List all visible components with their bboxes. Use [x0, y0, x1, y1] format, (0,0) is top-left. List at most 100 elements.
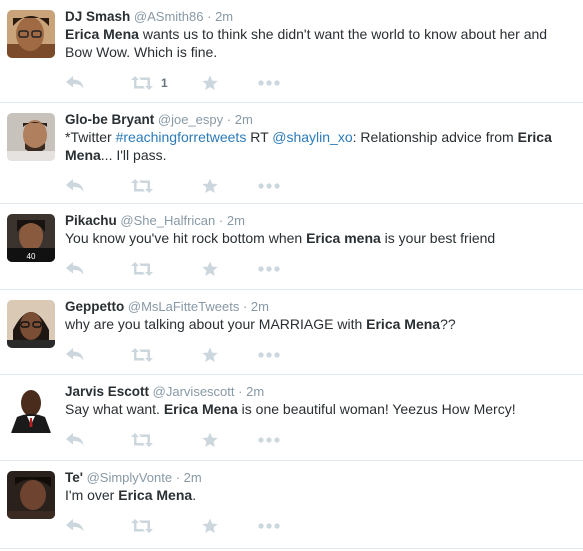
reply-button[interactable] [65, 432, 131, 448]
tweet-actions [65, 171, 573, 201]
retweet-button[interactable] [131, 347, 202, 363]
tweet-actions [65, 511, 573, 541]
author-name[interactable]: DJ Smash [65, 9, 130, 24]
reply-icon [66, 76, 84, 89]
more-button[interactable] [258, 183, 280, 189]
reply-button[interactable] [65, 178, 131, 194]
avatar[interactable] [7, 471, 55, 519]
text-segment: *Twitter [65, 129, 116, 145]
separator: · [238, 384, 243, 399]
text-segment: is your best friend [380, 230, 496, 246]
reply-icon [66, 179, 84, 192]
retweet-icon [131, 348, 153, 362]
tweet[interactable]: Glo-be Bryant @joe_espy · 2m *Twitter #r… [0, 103, 583, 204]
author-name[interactable]: Glo-be Bryant [65, 112, 154, 127]
text-segment: ?? [440, 316, 456, 332]
favorite-button[interactable] [202, 75, 258, 91]
retweet-button[interactable] [131, 261, 202, 277]
author-handle[interactable]: @MsLaFitteTweets [128, 299, 239, 314]
text-segment: RT [246, 129, 273, 145]
text-segment: why are you talking about your MARRIAGE … [65, 316, 367, 332]
tweet-text: I'm over Erica Mena. [65, 486, 573, 504]
favorite-button[interactable] [202, 432, 258, 448]
tweet-header: Geppetto @MsLaFitteTweets · 2m [65, 298, 573, 315]
author-name[interactable]: Geppetto [65, 299, 124, 314]
separator: · [218, 213, 224, 228]
tweet[interactable]: DJ Smash @ASmith86 · 2m Erica Mena wants… [0, 0, 583, 103]
text-segment: : Relationship advice from [352, 129, 518, 145]
author-handle[interactable]: @joe_espy [158, 112, 223, 127]
reply-icon [66, 433, 84, 446]
hashtag-link[interactable]: #reachingforretweets [116, 129, 247, 145]
separator: · [226, 112, 232, 127]
tweet-text: why are you talking about your MARRIAGE … [65, 315, 573, 333]
favorite-button[interactable] [202, 347, 258, 363]
author-handle[interactable]: @She_Halfrican [120, 213, 215, 228]
tweet-text: You know you've hit rock bottom when Eri… [65, 229, 573, 247]
reply-button[interactable] [65, 75, 131, 91]
author-handle[interactable]: @ASmith86 [134, 9, 204, 24]
avatar[interactable] [7, 113, 55, 161]
tweet-actions [65, 254, 573, 284]
more-icon [258, 523, 280, 529]
author-name[interactable]: Te' [65, 470, 83, 485]
avatar[interactable]: 40 [7, 214, 55, 262]
timestamp[interactable]: 2m [251, 299, 269, 314]
tweet-header: Pikachu @She_Halfrican · 2m [65, 212, 573, 229]
tweet-header: Te' @SimplyVonte · 2m [65, 469, 573, 486]
more-button[interactable] [258, 352, 280, 358]
svg-text:40: 40 [27, 252, 36, 261]
retweet-icon [131, 433, 153, 447]
retweet-icon [131, 179, 153, 193]
retweet-icon [131, 76, 153, 90]
more-icon [258, 437, 280, 443]
more-button[interactable] [258, 437, 280, 443]
retweet-button[interactable] [131, 178, 202, 194]
author-name[interactable]: Pikachu [65, 213, 117, 228]
separator: · [207, 9, 212, 24]
tweet-text: Say what want. Erica Mena is one beautif… [65, 400, 573, 418]
tweet[interactable]: 40 Pikachu @She_Halfrican · 2m You know … [0, 204, 583, 290]
favorite-icon [202, 347, 218, 362]
favorite-button[interactable] [202, 178, 258, 194]
separator: · [242, 299, 248, 314]
timestamp[interactable]: 2m [215, 9, 233, 24]
retweet-icon [131, 262, 153, 276]
timestamp[interactable]: 2m [246, 384, 264, 399]
avatar[interactable] [7, 300, 55, 348]
retweet-count: 1 [161, 76, 168, 90]
favorite-icon [202, 261, 218, 276]
favorite-button[interactable] [202, 518, 258, 534]
highlighted-term: Erica Mena [163, 401, 238, 417]
reply-button[interactable] [65, 347, 131, 363]
more-button[interactable] [258, 266, 280, 272]
author-name[interactable]: Jarvis Escott [65, 384, 149, 399]
text-segment: I'm over [65, 487, 119, 503]
tweet[interactable]: Geppetto @MsLaFitteTweets · 2m why are y… [0, 290, 583, 375]
highlighted-term: Erica Mena [366, 316, 441, 332]
tweet-actions: 1 [65, 68, 573, 98]
more-button[interactable] [258, 523, 280, 529]
avatar[interactable] [7, 385, 55, 433]
timestamp[interactable]: 2m [227, 213, 245, 228]
tweet-actions [65, 340, 573, 370]
more-button[interactable] [258, 80, 280, 86]
tweet[interactable]: Jarvis Escott @Jarvisescott · 2m Say wha… [0, 375, 583, 461]
retweet-button[interactable] [131, 432, 202, 448]
author-handle[interactable]: @Jarvisescott [153, 384, 235, 399]
timestamp[interactable]: 2m [235, 112, 253, 127]
timestamp[interactable]: 2m [184, 470, 202, 485]
retweet-button[interactable]: 1 [131, 75, 202, 91]
author-handle[interactable]: @SimplyVonte [87, 470, 172, 485]
favorite-button[interactable] [202, 261, 258, 277]
favorite-icon [202, 75, 218, 90]
tweet-header: Glo-be Bryant @joe_espy · 2m [65, 111, 573, 128]
tweet[interactable]: Te' @SimplyVonte · 2m I'm over Erica Men… [0, 461, 583, 549]
mention-link[interactable]: @shaylin_xo [272, 129, 352, 145]
reply-button[interactable] [65, 261, 131, 277]
favorite-icon [202, 178, 218, 193]
avatar[interactable] [7, 10, 55, 58]
retweet-button[interactable] [131, 518, 202, 534]
reply-button[interactable] [65, 518, 131, 534]
more-icon [258, 266, 280, 272]
